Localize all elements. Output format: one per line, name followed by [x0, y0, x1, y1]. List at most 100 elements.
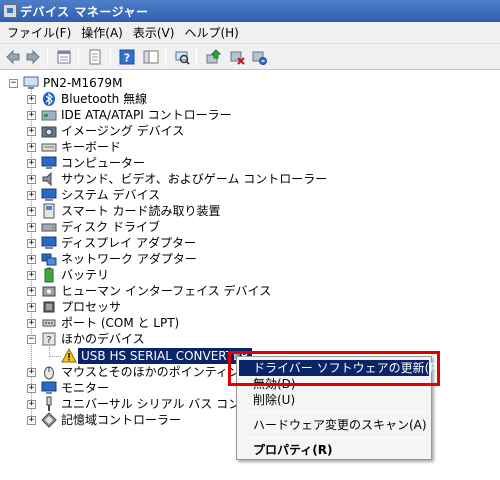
item-label: スマート カード読み取り装置 — [61, 204, 221, 218]
uninstall-device-icon[interactable] — [250, 48, 268, 66]
tree-item[interactable]: + イメージング デバイス — [0, 123, 300, 139]
tree-item[interactable]: + IDE ATA/ATAPI コントローラー — [0, 107, 300, 123]
menu-action[interactable]: 操作(A) — [78, 24, 130, 41]
expand-icon[interactable]: + — [27, 303, 36, 312]
item-label: ディスプレイ アダプター — [61, 236, 196, 250]
disk-drive-icon — [41, 219, 57, 235]
help-icon[interactable]: ? — [118, 48, 136, 66]
unknown-device-icon: ? — [41, 331, 57, 347]
menu-separator — [243, 412, 425, 413]
item-label: コンピューター — [61, 156, 146, 170]
expand-icon[interactable]: + — [27, 239, 36, 248]
menu-uninstall[interactable]: 削除(U) — [253, 392, 295, 408]
show-hidden-icon[interactable] — [86, 48, 104, 66]
svg-text:?: ? — [46, 335, 51, 346]
menu-scan-hardware[interactable]: ハードウェア変更のスキャン(A) — [253, 417, 427, 433]
tree-item[interactable]: + システム デバイス — [0, 187, 300, 203]
expand-icon[interactable]: + — [27, 127, 36, 136]
tree-item[interactable]: + ヒューマン インターフェイス デバイス — [0, 283, 300, 299]
expand-icon[interactable]: + — [27, 143, 36, 152]
speaker-icon — [41, 171, 57, 187]
tree-item[interactable]: + スマート カード読み取り装置 — [0, 203, 300, 219]
menu-disable[interactable]: 無効(D) — [253, 376, 296, 392]
item-label: キーボード — [61, 140, 122, 154]
bluetooth-icon — [41, 91, 57, 107]
ide-controller-icon — [41, 107, 57, 123]
tree-item[interactable]: + ネットワーク アダプター — [0, 251, 300, 267]
context-menu: ドライバー ソフトウェアの更新(P)... 無効(D) 削除(U) ハードウェア… — [236, 356, 453, 460]
console-tree-icon[interactable] — [142, 48, 160, 66]
item-label: ネットワーク アダプター — [61, 252, 197, 266]
tree-item[interactable]: + プロセッサ — [0, 299, 300, 315]
item-label: 記憶域コントローラー — [61, 413, 182, 427]
tree-item[interactable]: + コンピューター — [0, 155, 300, 171]
tree-item[interactable]: + サウンド、ビデオ、およびゲーム コントローラー — [0, 171, 327, 187]
expand-icon[interactable]: + — [27, 207, 36, 216]
tree-root[interactable]: − PN2-M1679M — [0, 75, 160, 91]
expand-icon[interactable]: + — [27, 255, 36, 264]
menu-view[interactable]: 表示(V) — [130, 24, 182, 41]
item-label: ポート (COM と LPT) — [61, 316, 180, 330]
expand-icon[interactable]: + — [27, 191, 36, 200]
scan-hardware-icon[interactable] — [173, 48, 191, 66]
port-icon — [41, 315, 57, 331]
expand-icon[interactable]: + — [27, 384, 36, 393]
tree-item[interactable]: + ポート (COM と LPT) — [0, 315, 300, 331]
menu-update-driver[interactable]: ドライバー ソフトウェアの更新(P)... — [239, 360, 453, 376]
tree-item[interactable]: + ディスプレイ アダプター — [0, 235, 300, 251]
svg-text:?: ? — [124, 52, 130, 65]
expand-icon[interactable]: + — [27, 400, 36, 409]
tree-item[interactable]: + ディスク ドライブ — [0, 219, 300, 235]
item-label: ほかのデバイス — [61, 332, 145, 346]
mouse-icon — [41, 364, 57, 380]
camera-icon — [41, 123, 57, 139]
menu-help[interactable]: ヘルプ(H) — [181, 24, 245, 41]
item-label: ディスク ドライブ — [61, 220, 160, 234]
battery-icon — [41, 267, 57, 283]
item-label: モニター — [61, 381, 110, 395]
window-title: デバイス マネージャー — [20, 4, 149, 19]
expand-icon[interactable]: + — [27, 159, 36, 168]
keyboard-icon — [41, 139, 57, 155]
menu-separator — [243, 437, 425, 438]
expand-icon[interactable]: + — [27, 95, 36, 104]
toolbar: ? — [0, 44, 500, 70]
warning-icon — [61, 347, 77, 364]
update-driver-icon[interactable] — [204, 48, 222, 66]
display-adapter-icon — [41, 235, 57, 251]
expand-icon[interactable]: + — [27, 368, 36, 377]
expand-icon[interactable]: + — [27, 416, 36, 425]
item-label: バッテリ — [61, 268, 110, 282]
properties-view-icon[interactable] — [55, 48, 73, 66]
expand-icon[interactable]: + — [27, 223, 36, 232]
smart-card-reader-icon — [41, 203, 57, 219]
storage-controller-icon — [41, 412, 57, 428]
expand-icon[interactable]: + — [27, 287, 36, 296]
network-adapter-icon — [41, 251, 57, 267]
tree-item[interactable]: + バッテリ — [0, 267, 300, 283]
expand-icon[interactable]: + — [27, 319, 36, 328]
item-label: ヒューマン インターフェイス デバイス — [61, 284, 272, 298]
expand-icon[interactable]: + — [27, 271, 36, 280]
forward-icon[interactable] — [24, 48, 42, 66]
collapse-icon[interactable]: − — [27, 335, 36, 344]
device-manager-icon — [3, 4, 17, 18]
tree-item[interactable]: + キーボード — [0, 139, 300, 155]
item-label: サウンド、ビデオ、およびゲーム コントローラー — [61, 172, 328, 186]
menu-file[interactable]: ファイル(F) — [4, 24, 78, 41]
item-label: イメージング デバイス — [61, 124, 185, 138]
menu-bar: ファイル(F) 操作(A) 表示(V) ヘルプ(H) — [0, 22, 500, 44]
menu-properties[interactable]: プロパティ(R) — [253, 442, 333, 458]
tree-item-other-devices[interactable]: − ? ほかのデバイス — [0, 331, 300, 347]
usb-icon — [41, 396, 57, 412]
disable-device-icon[interactable] — [228, 48, 246, 66]
title-bar: デバイス マネージャー — [0, 0, 500, 22]
back-icon[interactable] — [4, 48, 22, 66]
hid-icon — [41, 283, 57, 299]
expand-icon[interactable]: + — [27, 175, 36, 184]
expand-icon[interactable]: + — [27, 111, 36, 120]
item-label: プロセッサ — [61, 300, 122, 314]
system-device-icon — [41, 187, 57, 203]
collapse-icon[interactable]: − — [9, 79, 18, 88]
tree-item[interactable]: + Bluetooth 無線 — [0, 91, 300, 107]
